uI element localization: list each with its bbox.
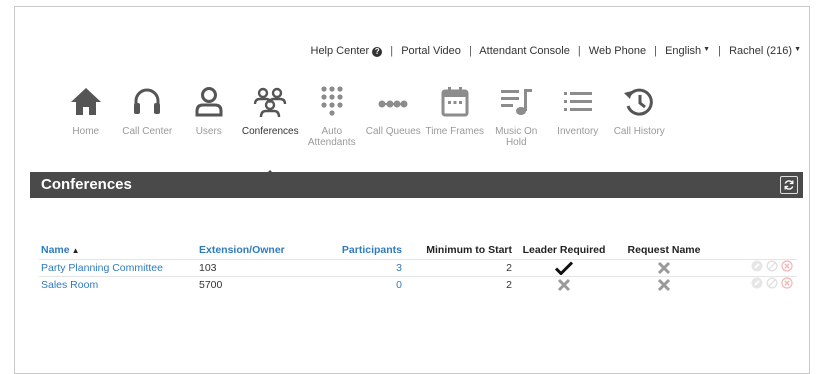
nav-item-music-on-hold[interactable]: Music On Hold [486, 84, 548, 164]
nav-label: Time Frames [425, 126, 485, 137]
edit-button[interactable] [751, 260, 763, 275]
portal-video-link[interactable]: Portal Video [401, 45, 461, 57]
edit-icon [751, 277, 763, 289]
caret-down-icon: ▼ [703, 46, 711, 53]
conference-extension: 5700 [197, 275, 317, 293]
queue-dots-icon [378, 100, 408, 108]
caret-down-icon: ▼ [794, 46, 801, 53]
delete-button[interactable] [781, 260, 793, 275]
attendant-console-link[interactable]: Attendant Console [479, 45, 570, 57]
request-name-cell [614, 258, 714, 276]
nav-item-auto-attendants[interactable]: Auto Attendants [301, 84, 363, 164]
minimum-to-start-value: 2 [404, 258, 514, 276]
help-icon: ? [372, 47, 383, 57]
participants-link[interactable]: 0 [317, 275, 404, 293]
conference-name-link[interactable]: Sales Room [39, 275, 197, 293]
nav-label: Users [195, 126, 222, 137]
disable-icon [766, 260, 778, 272]
row-actions [714, 258, 797, 276]
user-icon [195, 87, 223, 117]
top-links: Help Center? | Portal Video | Attendant … [310, 45, 801, 57]
home-icon [70, 88, 101, 115]
column-header-leader-required: Leader Required [522, 244, 606, 257]
portal-frame: Help Center? | Portal Video | Attendant … [14, 6, 810, 374]
nav-label: Inventory [557, 126, 599, 137]
group-icon [254, 87, 287, 118]
help-center-link[interactable]: Help Center? [311, 45, 383, 57]
minimum-to-start-value: 2 [404, 275, 514, 293]
disable-button[interactable] [766, 260, 778, 275]
nav-item-inventory[interactable]: Inventory [547, 84, 609, 164]
x-mark-icon [657, 278, 671, 291]
music-note-icon [501, 89, 533, 115]
disable-icon [766, 277, 778, 289]
headset-icon [134, 88, 161, 114]
column-header-actions [714, 242, 797, 259]
request-name-cell [614, 275, 714, 293]
history-icon [624, 88, 654, 116]
nav-item-call-queues[interactable]: Call Queues [363, 84, 425, 164]
column-header-request-name: Request Name [627, 244, 701, 257]
conference-name-link[interactable]: Party Planning Committee [39, 258, 197, 276]
disable-button[interactable] [766, 277, 778, 292]
column-header-participants[interactable]: Participants [317, 242, 404, 259]
row-actions [714, 275, 797, 293]
column-header-name[interactable]: Name ▲ [39, 242, 197, 259]
nav-label: Conferences [241, 126, 299, 137]
edit-button[interactable] [751, 277, 763, 292]
user-menu[interactable]: Rachel (216) ▼ [729, 45, 801, 57]
nav-item-conferences[interactable]: Conferences [240, 84, 302, 164]
sort-ascending-icon: ▲ [71, 246, 80, 256]
nav-item-time-frames[interactable]: Time Frames [424, 84, 486, 164]
page-title: Conferences [41, 176, 132, 193]
leader-required-cell [514, 275, 614, 293]
column-header-extension-owner[interactable]: Extension/Owner [197, 242, 317, 259]
nav-item-users[interactable]: Users [178, 84, 240, 164]
list-icon [563, 92, 592, 111]
table-row: Sales Room 5700 0 2 [39, 275, 797, 293]
column-header-minimum-to-start: Minimum to Start [426, 244, 512, 257]
nav-item-call-history[interactable]: Call History [609, 84, 671, 164]
edit-icon [751, 260, 763, 272]
calendar-icon [441, 87, 469, 117]
refresh-icon [784, 180, 794, 190]
x-mark-icon [657, 261, 671, 274]
nav-label: Auto Attendants [307, 126, 356, 148]
page-header: Conferences [30, 172, 803, 198]
nav-label: Call Center [122, 126, 173, 137]
checkmark-icon [555, 260, 573, 275]
nav-item-call-center[interactable]: Call Center [117, 84, 179, 164]
leader-required-cell [514, 258, 614, 276]
nav-label: Call Queues [365, 126, 421, 137]
nav-label: Call History [613, 126, 665, 137]
table-header-row: Name ▲ Extension/Owner Participants Minim… [39, 242, 797, 259]
language-menu[interactable]: English ▼ [665, 45, 710, 57]
x-mark-icon [557, 278, 571, 291]
nav-label: Music On Hold [495, 126, 538, 148]
refresh-button[interactable] [780, 176, 798, 194]
web-phone-link[interactable]: Web Phone [589, 45, 646, 57]
conferences-table: Name ▲ Extension/Owner Participants Minim… [39, 242, 797, 293]
nav-item-home[interactable]: Home [55, 84, 117, 164]
delete-icon [781, 260, 793, 272]
participants-link[interactable]: 3 [317, 258, 404, 276]
nav-label: Home [72, 126, 100, 137]
conference-extension: 103 [197, 258, 317, 276]
delete-icon [781, 277, 793, 289]
main-nav: Home Call Center Users Conferences Auto … [55, 84, 670, 164]
delete-button[interactable] [781, 277, 793, 292]
table-row: Party Planning Committee 103 3 2 [39, 258, 797, 276]
keypad-icon [321, 86, 343, 116]
